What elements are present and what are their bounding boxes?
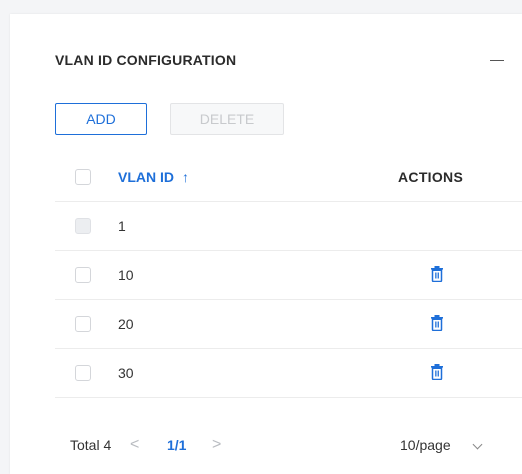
- table-row: 30: [55, 349, 522, 398]
- select-all-checkbox[interactable]: [75, 169, 91, 185]
- chevron-right-icon[interactable]: >: [212, 429, 221, 461]
- column-header-actions: ACTIONS: [398, 169, 464, 185]
- chevron-left-icon[interactable]: <: [130, 429, 139, 461]
- row-checkbox[interactable]: [75, 316, 91, 332]
- vlan-id-cell: 1: [118, 218, 126, 234]
- vlan-id-cell: 30: [118, 365, 134, 381]
- page-indicator: 1/1: [167, 437, 187, 453]
- vlan-id-cell: 20: [118, 316, 134, 332]
- vlan-config-card: VLAN ID CONFIGURATION ADD DELETE VLAN ID…: [10, 14, 522, 474]
- section-title: VLAN ID CONFIGURATION: [55, 52, 237, 68]
- vlan-id-cell: 10: [118, 267, 134, 283]
- trash-icon[interactable]: [430, 266, 444, 282]
- row-checkbox: [75, 218, 91, 234]
- minus-icon[interactable]: [490, 60, 504, 61]
- chevron-down-icon[interactable]: [472, 439, 483, 450]
- row-checkbox[interactable]: [75, 365, 91, 381]
- total-count: Total 4: [70, 437, 112, 453]
- page-size-select[interactable]: 10/page: [400, 429, 451, 461]
- table-header: VLAN ID ↑ ACTIONS: [55, 153, 522, 202]
- column-header-vlan-id[interactable]: VLAN ID ↑: [118, 168, 189, 186]
- add-button[interactable]: ADD: [55, 103, 147, 135]
- sort-ascending-icon[interactable]: ↑: [182, 168, 189, 186]
- table-row: 20: [55, 300, 522, 349]
- column-header-vlan-id-label: VLAN ID: [118, 169, 174, 185]
- pagination: Total 4 < 1/1 > 10/page: [55, 429, 522, 461]
- delete-button: DELETE: [170, 103, 284, 135]
- table-row: 1: [55, 202, 522, 251]
- trash-icon[interactable]: [430, 364, 444, 380]
- card-header: VLAN ID CONFIGURATION: [55, 50, 522, 74]
- table-row: 10: [55, 251, 522, 300]
- trash-icon[interactable]: [430, 315, 444, 331]
- row-checkbox[interactable]: [75, 267, 91, 283]
